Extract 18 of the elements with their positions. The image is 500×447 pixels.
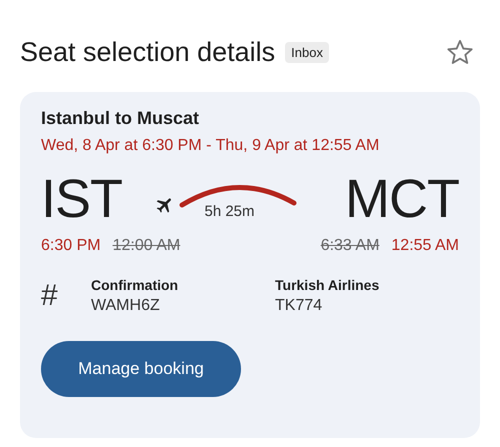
origin-code: IST (41, 171, 122, 227)
star-icon[interactable] (446, 38, 474, 66)
departure-time: 12:00 AM (112, 237, 180, 255)
destination-code: MCT (345, 171, 459, 227)
detail-value: WAMH6Z (91, 297, 161, 315)
route-title: Istanbul to Muscat (41, 108, 200, 129)
departure-time: 6:30 PM (41, 237, 101, 255)
manage-booking-button[interactable]: Manage booking (41, 341, 241, 397)
detail-label: Turkish Airlines (275, 277, 380, 293)
detail-value: TK774 (275, 297, 324, 315)
arrival-time: 6:33 AM (320, 237, 380, 255)
inbox-label[interactable]: Inbox (285, 42, 329, 62)
detail-label: Confirmation (91, 277, 180, 293)
email-subject: Seat selection details (20, 36, 276, 68)
flight-duration: 5h 25m (204, 202, 255, 220)
arrival-time: 12:55 AM (391, 237, 459, 255)
flight-dates: Wed, 8 Apr at 6:30 PM - Thu, 9 Apr at 12:55 AM (41, 137, 380, 155)
hash-icon: # (41, 279, 91, 313)
